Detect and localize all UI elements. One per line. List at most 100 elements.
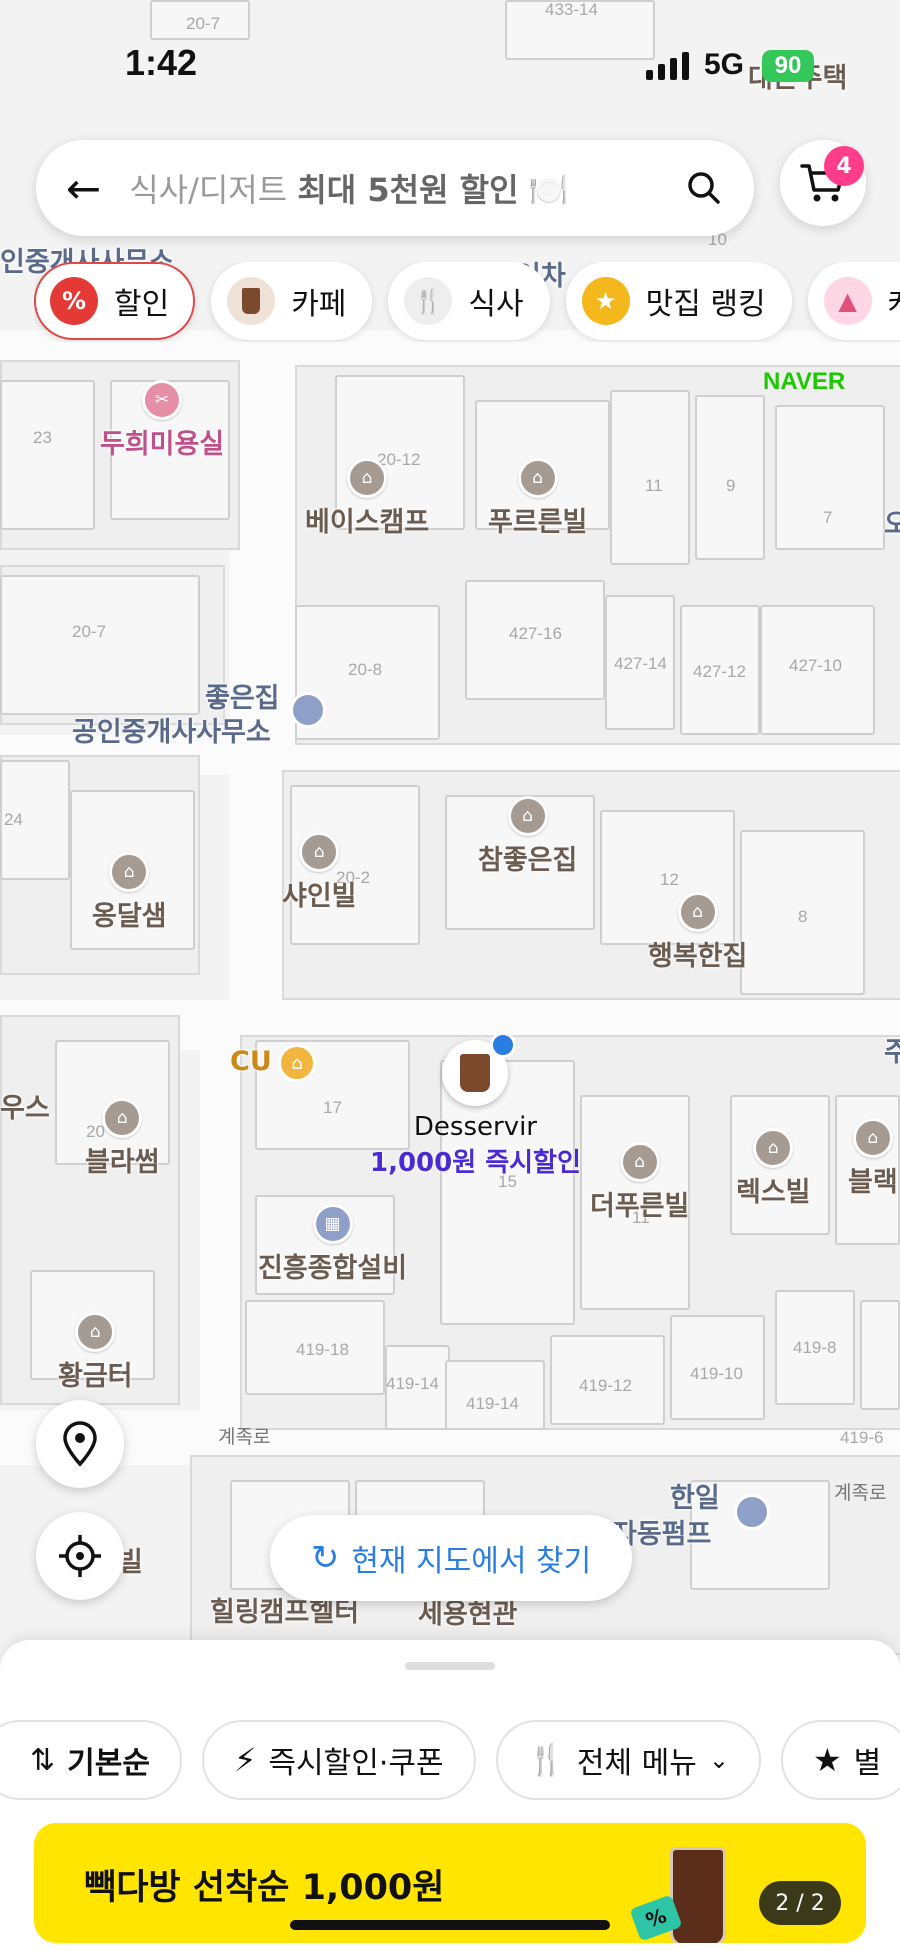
lightning-icon: ⚡ bbox=[233, 1741, 257, 1779]
lot-number: 20-8 bbox=[348, 660, 383, 679]
status-time: 1:42 bbox=[125, 42, 198, 83]
poi-pureun[interactable]: ⌂ 푸르른빌 bbox=[488, 458, 587, 539]
poi-ongdal[interactable]: ⌂ 옹달샘 bbox=[92, 852, 167, 933]
poi-basecamp[interactable]: ⌂ 베이스캠프 bbox=[305, 458, 429, 539]
poi-label: 공인중개사사무소 bbox=[72, 717, 271, 748]
sort-arrows-icon: ⇅ bbox=[30, 1742, 56, 1778]
house-icon: ⌂ bbox=[507, 796, 548, 836]
plate-icon: 🍽️ bbox=[528, 171, 569, 209]
poi-desservir[interactable]: Desservir 1,000원 즉시할인 bbox=[370, 1032, 581, 1179]
poi-blossom[interactable]: ⌂ 블라썸 bbox=[85, 1098, 160, 1179]
poi-label: 한일 bbox=[670, 1483, 720, 1514]
filter-label: 즉시할인·쿠폰 bbox=[268, 1746, 444, 1781]
clock-badge-icon bbox=[490, 1032, 517, 1058]
lot-number: 9 bbox=[726, 476, 736, 495]
coffee-cup-icon bbox=[227, 277, 276, 325]
convenience-store-icon[interactable]: ⌂ bbox=[278, 1044, 316, 1082]
lot-number: 427-12 bbox=[693, 662, 746, 681]
poi-rex[interactable]: ⌂ 렉스빌 bbox=[736, 1128, 811, 1209]
road-label: 계족로 bbox=[834, 1482, 887, 1504]
sort-default-button[interactable]: ⇅ 기본순 bbox=[0, 1720, 182, 1800]
lot-number: 419-14 bbox=[386, 1374, 439, 1393]
house-icon: ⌂ bbox=[347, 458, 388, 498]
search-placeholder-prefix: 식사/디저트 bbox=[129, 171, 298, 209]
chip-ranking[interactable]: ★ 맛집 랭킹 bbox=[565, 262, 792, 340]
realtor-marker-icon[interactable] bbox=[290, 692, 326, 728]
poi-label: 참좋은집 bbox=[478, 845, 578, 876]
building bbox=[0, 575, 200, 715]
lot-number: 7 bbox=[823, 508, 833, 527]
poi-label: 우스 bbox=[0, 1093, 50, 1124]
poi-label: 두희미용실 bbox=[100, 429, 225, 460]
building bbox=[860, 1300, 900, 1410]
lot-number: 11 bbox=[645, 476, 663, 495]
poi-dapureun[interactable]: ⌂ 더푸른빌 bbox=[590, 1142, 689, 1223]
poi-label: 황금터 bbox=[58, 1361, 133, 1392]
office-building-icon[interactable] bbox=[734, 1494, 770, 1530]
crosshair-icon bbox=[59, 1535, 101, 1577]
building bbox=[775, 405, 885, 550]
chip-meal[interactable]: 🍴 식사 bbox=[388, 262, 550, 340]
poi-jinheung[interactable]: ▦ 진흥종합설비 bbox=[258, 1204, 407, 1285]
rating-filter[interactable]: ★ 별 bbox=[780, 1720, 900, 1800]
lot-number: 419-14 bbox=[466, 1394, 519, 1413]
lot-number: 427-14 bbox=[614, 654, 667, 673]
sheet-drag-handle[interactable] bbox=[405, 1662, 495, 1670]
chip-cafe[interactable]: 카페 bbox=[211, 262, 373, 340]
refresh-icon: ↻ bbox=[310, 1538, 340, 1578]
poi-label: 주 bbox=[884, 1037, 900, 1068]
poi-golden[interactable]: ⌂ 황금터 bbox=[58, 1312, 133, 1393]
back-arrow-icon[interactable]: ← bbox=[66, 164, 101, 213]
search-bar[interactable]: ← 식사/디저트 최대 5천원 할인 🍽️ bbox=[36, 140, 754, 236]
banner-page-indicator: 2 / 2 bbox=[759, 1881, 841, 1925]
map-canvas[interactable]: 20-7 433-14 23 20-12 11 9 7 20-7 427-16 … bbox=[0, 0, 900, 1680]
poi-label: CU bbox=[230, 1046, 272, 1077]
poi-label: 블랙 bbox=[848, 1167, 898, 1198]
cart-count-badge: 4 bbox=[824, 146, 864, 186]
house-icon: ⌂ bbox=[109, 852, 150, 892]
chip-label: 식사 bbox=[468, 287, 524, 322]
bottom-sheet[interactable]: ⇅ 기본순 ⚡ 즉시할인·쿠폰 🍴 전체 메뉴 ⌄ ★ 별 빽다방 선착순 1,… bbox=[0, 1640, 900, 1951]
poi-happy[interactable]: ⌂ 행복한집 bbox=[648, 892, 747, 973]
refresh-label: 현재 지도에서 찾기 bbox=[351, 1544, 592, 1579]
house-icon: ⌂ bbox=[102, 1098, 143, 1138]
chip-label: 케 bbox=[888, 279, 900, 323]
poi-chamjoeun[interactable]: ⌂ 참좋은집 bbox=[478, 796, 577, 877]
poi-label: 더푸른빌 bbox=[590, 1191, 690, 1222]
lot-number: 20-7 bbox=[72, 622, 107, 641]
house-icon: ⌂ bbox=[852, 1118, 893, 1158]
signal-icon bbox=[646, 52, 689, 80]
search-this-area-button[interactable]: ↻ 현재 지도에서 찾기 bbox=[270, 1515, 632, 1601]
chip-label: 맛집 랭킹 bbox=[645, 287, 766, 322]
chip-cake[interactable]: ▲ 케 bbox=[807, 262, 900, 340]
building bbox=[0, 380, 95, 530]
my-location-button[interactable] bbox=[36, 1512, 124, 1600]
location-pin-button[interactable] bbox=[36, 1400, 124, 1488]
poi-label: 푸르른빌 bbox=[488, 507, 588, 538]
chevron-down-icon: ⌄ bbox=[708, 1746, 729, 1774]
office-building-icon: ▦ bbox=[312, 1204, 353, 1244]
fork-spoon-icon: 🍴 bbox=[404, 277, 453, 325]
poi-label: 옹달샘 bbox=[92, 901, 167, 932]
lot-number: 419-10 bbox=[690, 1364, 743, 1383]
poi-shine[interactable]: ⌂ 샤인빌 bbox=[282, 832, 357, 913]
chip-discount[interactable]: % 할인 bbox=[34, 262, 196, 340]
search-input[interactable]: 식사/디저트 최대 5천원 할인 🍽️ bbox=[129, 165, 684, 211]
lot-number: 427-16 bbox=[509, 624, 562, 643]
poi-label: 블라썸 bbox=[85, 1147, 160, 1178]
instant-discount-filter[interactable]: ⚡ 즉시할인·쿠폰 bbox=[201, 1720, 476, 1800]
home-indicator bbox=[290, 1920, 610, 1930]
scissors-icon: ✂ bbox=[142, 380, 183, 420]
naver-logo: NAVER bbox=[763, 368, 846, 395]
poi-black[interactable]: ⌂ 블랙 bbox=[848, 1118, 898, 1199]
road-label: 계족로 bbox=[218, 1426, 271, 1448]
network-type: 5G bbox=[704, 48, 745, 81]
map-pin-icon bbox=[63, 1421, 97, 1467]
lot-number: 24 bbox=[4, 810, 23, 829]
menu-filter-dropdown[interactable]: 🍴 전체 메뉴 ⌄ bbox=[495, 1720, 761, 1800]
house-icon: ⌂ bbox=[677, 892, 718, 932]
search-icon[interactable] bbox=[684, 168, 724, 208]
lot-number: 8 bbox=[798, 907, 808, 926]
filter-label: 전체 메뉴 bbox=[576, 1746, 697, 1781]
poi-hair-salon[interactable]: ✂ 두희미용실 bbox=[100, 380, 224, 461]
